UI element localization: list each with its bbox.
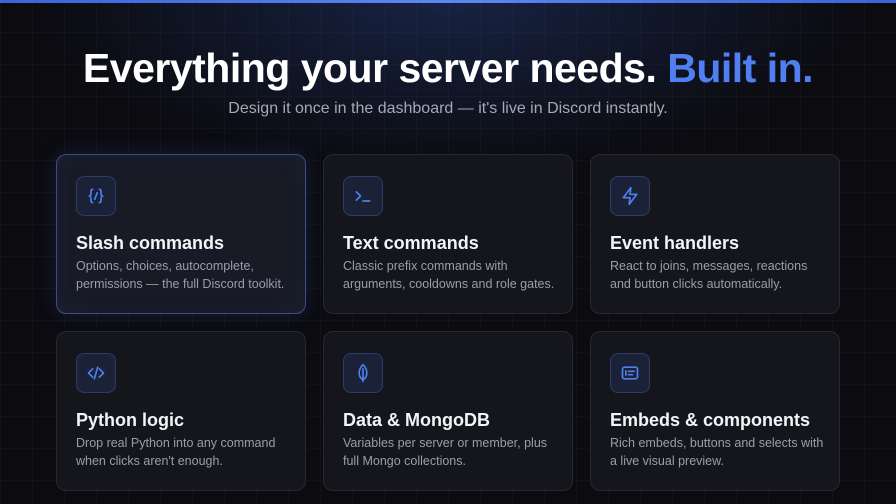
title-main: Everything your server needs. bbox=[82, 45, 657, 91]
feature-title: Data & MongoDB bbox=[343, 410, 490, 430]
feature-title: Event handlers bbox=[610, 233, 740, 253]
top-accent-bar bbox=[0, 0, 896, 3]
feature-description: React to joins, messages, reactions and … bbox=[610, 259, 808, 291]
feature-title: Python logic bbox=[76, 410, 184, 430]
title-accent: Built in. bbox=[667, 45, 814, 91]
feature-card-text-commands[interactable]: Text commands Classic prefix commands wi… bbox=[323, 154, 573, 314]
feature-card-slash-commands[interactable]: Slash commands Options, choices, autocom… bbox=[56, 154, 306, 314]
feature-card-python-logic[interactable]: Python logic Drop real Python into any c… bbox=[56, 331, 306, 491]
code-icon bbox=[76, 353, 116, 393]
feature-grid: Slash commands Options, choices, autocom… bbox=[56, 154, 840, 491]
leaf-icon bbox=[343, 353, 383, 393]
feature-description: Rich embeds, buttons and selects with a … bbox=[610, 436, 824, 468]
braces-slash-icon bbox=[76, 176, 116, 216]
lightning-icon bbox=[610, 176, 650, 216]
feature-title: Text commands bbox=[343, 233, 479, 253]
terminal-icon bbox=[343, 176, 383, 216]
feature-title: Slash commands bbox=[76, 233, 225, 253]
feature-card-embeds-components[interactable]: Embeds & components Rich embeds, buttons… bbox=[590, 331, 840, 491]
feature-description: Classic prefix commands with arguments, … bbox=[343, 259, 555, 291]
page-title: Everything your server needs. Built in. bbox=[0, 44, 896, 92]
feature-card-event-handlers[interactable]: Event handlers React to joins, messages,… bbox=[590, 154, 840, 314]
feature-description: Variables per server or member, plus ful… bbox=[343, 436, 548, 468]
feature-description: Options, choices, autocomplete, permissi… bbox=[76, 259, 285, 291]
feature-card-data-mongodb[interactable]: Data & MongoDB Variables per server or m… bbox=[323, 331, 573, 491]
feature-title: Embeds & components bbox=[610, 410, 811, 430]
embed-icon bbox=[610, 353, 650, 393]
feature-description: Drop real Python into any command when c… bbox=[76, 436, 276, 468]
page-subtitle: Design it once in the dashboard — it's l… bbox=[228, 100, 668, 117]
